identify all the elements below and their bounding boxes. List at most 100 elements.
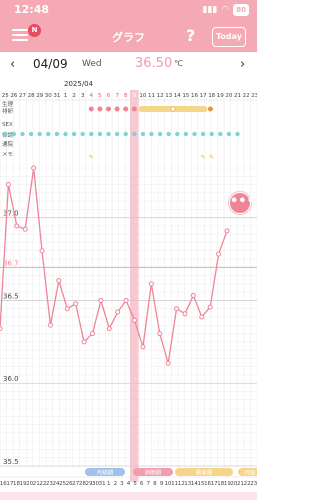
- top-day-label: 25: [2, 93, 9, 99]
- condition-mark-icon: [157, 131, 163, 137]
- top-day-label: 6: [107, 93, 111, 99]
- bottom-day-label: 5: [133, 481, 137, 487]
- next-day-button[interactable]: ›: [240, 57, 245, 72]
- date-bar: ‹ 04/09 Wed 36.50 ℃ ›: [0, 52, 257, 78]
- condition-mark-icon: [192, 131, 197, 137]
- temperature-point: [14, 223, 20, 229]
- y-tick-label: 35.5: [3, 458, 19, 466]
- status-icons: ▮▮▮ ◠ 80: [203, 4, 249, 16]
- app-header: N グラフ ? Today: [0, 22, 257, 52]
- temperature-point: [207, 304, 213, 310]
- selected-temperature: 36.50: [135, 56, 173, 71]
- bottom-day-label: 9: [160, 481, 164, 487]
- top-day-label: 17: [200, 93, 207, 99]
- condition-mark-icon: [37, 131, 42, 137]
- top-day-label: 21: [234, 93, 241, 99]
- top-day-label: 20: [225, 93, 232, 99]
- phase-label: 月経: [244, 469, 256, 477]
- top-day-label: 23: [251, 93, 257, 99]
- phase-label: 黄体期: [196, 469, 213, 477]
- temperature-point: [73, 301, 79, 307]
- temperature-point: [56, 278, 62, 284]
- y-tick-label: 37.0: [3, 210, 19, 218]
- top-day-label: 26: [10, 93, 17, 99]
- bottom-day-label: 6: [140, 481, 144, 487]
- temperature-point: [64, 306, 70, 312]
- memo-pencil-icon: ✎: [89, 154, 94, 161]
- memo-pencil-icon: ✎: [209, 154, 214, 161]
- ovulation-icon: [170, 106, 176, 112]
- row-label: メモ: [2, 151, 13, 158]
- top-day-label: 30: [45, 93, 52, 99]
- top-day-label: 10: [139, 93, 146, 99]
- condition-mark-icon: [63, 131, 68, 137]
- condition-mark-icon: [209, 131, 214, 137]
- temperature-point: [98, 297, 104, 303]
- condition-mark-icon: [166, 131, 171, 137]
- battery-icon: 80: [233, 4, 249, 16]
- condition-mark-icon: [183, 131, 189, 137]
- condition-mark-icon: [235, 131, 240, 137]
- top-day-label: 16: [191, 93, 198, 99]
- temperature-point: [89, 331, 95, 337]
- selected-day-column: [130, 90, 139, 482]
- status-time: 12:48: [14, 3, 50, 16]
- ovulation-day-icon: [207, 106, 213, 112]
- period-mark-icon: [114, 106, 120, 112]
- condition-mark-icon: [89, 131, 94, 137]
- bottom-day-label: 1: [107, 481, 111, 487]
- temperature-point: [0, 326, 3, 332]
- period-mark-icon: [88, 106, 94, 112]
- top-day-label: 22: [243, 93, 250, 99]
- top-day-label: 8: [124, 93, 128, 99]
- temperature-point: [5, 182, 11, 188]
- temperature-point: [216, 251, 222, 257]
- condition-mark-icon: [106, 131, 111, 137]
- top-day-label: 14: [174, 93, 181, 99]
- temperature-point: [190, 292, 196, 298]
- temperature-point: [199, 314, 205, 320]
- temperature-point: [22, 226, 28, 232]
- period-mark-icon: [123, 106, 129, 112]
- wifi-icon: ◠: [221, 5, 230, 15]
- phase-label: 月経期: [97, 469, 114, 477]
- bottom-day-label: 31: [99, 481, 106, 487]
- selected-date: 04/09: [33, 57, 68, 71]
- temperature-point: [165, 360, 171, 366]
- condition-mark-icon: [140, 131, 146, 137]
- condition-mark-icon: [80, 131, 85, 137]
- top-day-label: 2: [72, 93, 76, 99]
- top-day-label: 19: [217, 93, 224, 99]
- y-tick-label: 36.7: [3, 259, 19, 267]
- top-day-label: 27: [19, 93, 26, 99]
- y-tick-label: 36.5: [3, 292, 19, 300]
- top-day-label: 18: [208, 93, 215, 99]
- signal-icon: ▮▮▮: [202, 5, 218, 15]
- temperature-point: [224, 228, 230, 234]
- bottom-day-label: 7: [147, 481, 151, 487]
- top-day-label: 7: [115, 93, 119, 99]
- condition-mark-icon: [11, 131, 17, 137]
- today-button[interactable]: Today: [212, 27, 246, 47]
- bottom-day-label: 4: [127, 481, 131, 487]
- temperature-point: [81, 339, 87, 345]
- period-mark-icon: [97, 106, 103, 112]
- top-day-label: 4: [90, 93, 94, 99]
- temperature-point: [115, 309, 121, 315]
- phase-label: 卵胞期: [145, 469, 162, 477]
- condition-mark-icon: [28, 131, 34, 137]
- bbt-chart[interactable]: 2025/0425 26 27 28 29 30 31 1 2 3 4 5 6 7 8 9 10 11 12 13 14…: [0, 78, 257, 500]
- top-day-label: 15: [182, 93, 189, 99]
- temperature-point: [47, 322, 53, 328]
- period-mark-icon: [106, 106, 111, 112]
- condition-mark-icon: [218, 131, 223, 137]
- row-label: 排卵: [2, 107, 14, 115]
- help-button[interactable]: ?: [186, 26, 195, 45]
- top-day-label: 3: [81, 93, 85, 99]
- add-entry-button[interactable]: •••: [229, 192, 255, 214]
- temperature-line: [0, 167, 228, 364]
- condition-mark-icon: [132, 131, 137, 137]
- condition-mark-icon: [54, 131, 60, 137]
- temperature-point: [106, 326, 112, 332]
- prev-day-button[interactable]: ‹: [10, 57, 15, 72]
